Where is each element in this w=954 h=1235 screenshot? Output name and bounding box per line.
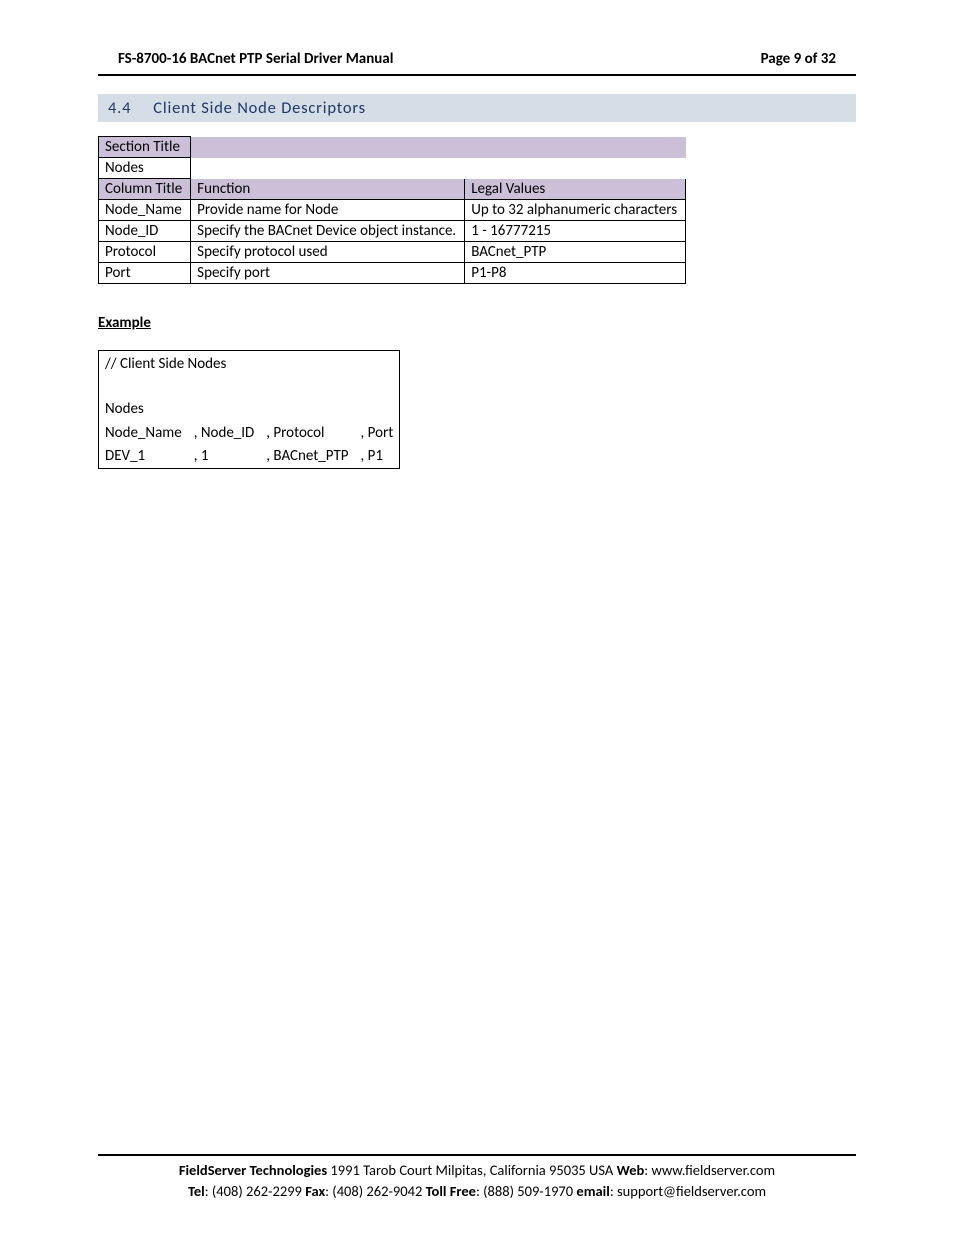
section-title: Client Side Node Descriptors xyxy=(153,98,366,118)
code-example: // Client Side Nodes Nodes Node_Name , N… xyxy=(98,350,400,469)
col-header-2: Legal Values xyxy=(465,179,686,200)
table-row: Node_ID Specify the BACnet Device object… xyxy=(99,221,686,242)
footer-line-2: Tel: (408) 262-2299 Fax: (408) 262-9042 … xyxy=(98,1181,856,1201)
table-row: Node_Name Provide name for Node Up to 32… xyxy=(99,200,686,221)
section-title-header: Section Title xyxy=(99,137,191,158)
footer-line-1: FieldServer Technologies 1991 Tarob Cour… xyxy=(98,1160,856,1180)
page-header: FS-8700-16 BACnet PTP Serial Driver Manu… xyxy=(98,50,856,76)
col-header-0: Column Title xyxy=(99,179,191,200)
code-header-row: Node_Name , Node_ID , Protocol , Port xyxy=(99,422,400,445)
doc-title: FS-8700-16 BACnet PTP Serial Driver Manu… xyxy=(118,50,393,68)
section-title-value: Nodes xyxy=(99,158,191,179)
table-row: Port Specify port P1-P8 xyxy=(99,263,686,284)
section-heading: 4.4 Client Side Node Descriptors xyxy=(98,94,856,122)
table-row: Protocol Specify protocol used BACnet_PT… xyxy=(99,242,686,263)
code-comment: // Client Side Nodes xyxy=(99,351,400,377)
col-header-1: Function xyxy=(191,179,465,200)
example-label: Example xyxy=(98,314,856,332)
page-footer: FieldServer Technologies 1991 Tarob Cour… xyxy=(98,1154,856,1201)
section-number: 4.4 xyxy=(108,98,131,118)
code-section: Nodes xyxy=(99,398,400,421)
page-number: Page 9 of 32 xyxy=(761,50,836,68)
code-data-row: DEV_1 , 1 , BACnet_PTP , P1 xyxy=(99,445,400,469)
descriptor-table: Section Title Nodes Column Title Functio… xyxy=(98,136,686,284)
